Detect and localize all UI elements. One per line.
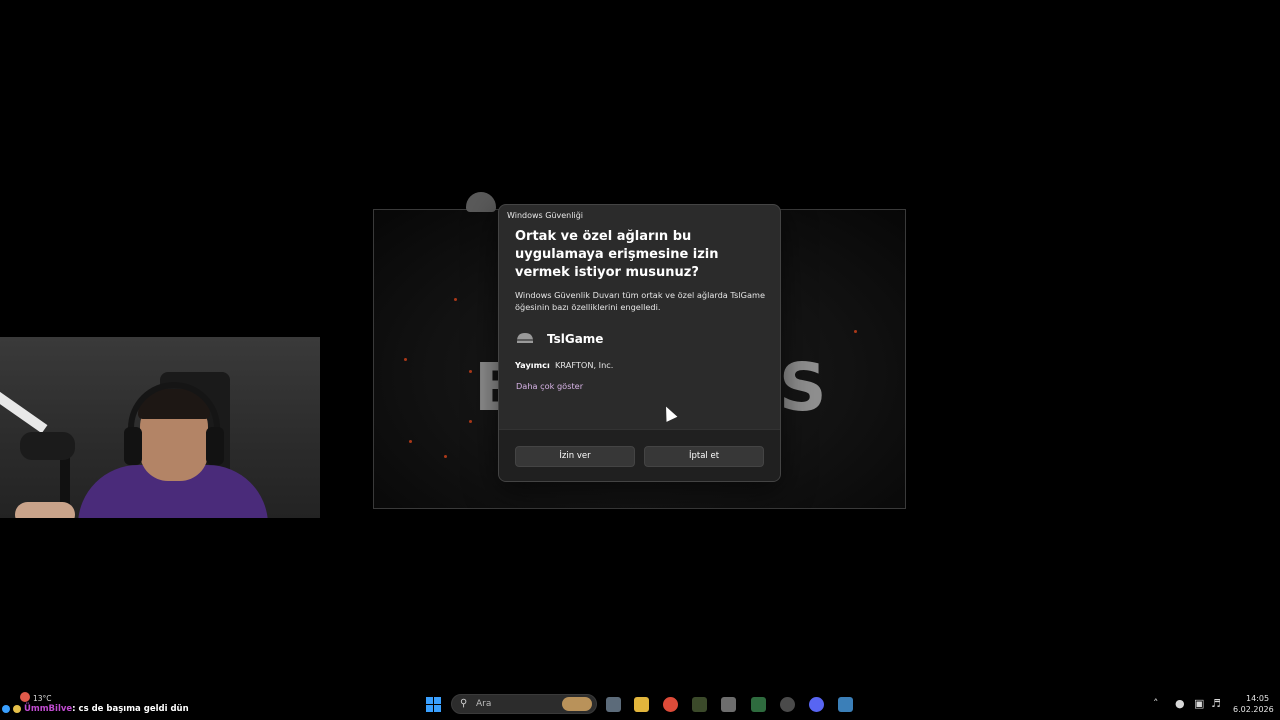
dialog-description: Windows Güvenlik Duvarı tüm ortak ve öze…	[515, 290, 765, 312]
tslgame-helmet-icon	[517, 333, 533, 343]
app-icon[interactable]	[692, 697, 707, 712]
chevron-up-icon[interactable]: ˄	[1153, 697, 1159, 710]
cancel-button[interactable]: İptal et	[644, 446, 764, 467]
headset-earcup-right	[206, 427, 224, 465]
ember-particle	[469, 370, 472, 373]
webcam-mic-arm-white	[0, 390, 48, 434]
show-more-link[interactable]: Daha çok göster	[516, 381, 583, 391]
excel-icon[interactable]	[751, 697, 766, 712]
microphone-icon	[20, 432, 75, 460]
windows-start-icon[interactable]	[426, 697, 441, 712]
game-logo-right: S	[779, 349, 827, 426]
app-icon[interactable]	[838, 697, 853, 712]
microphone-icon[interactable]: ●	[1175, 697, 1185, 710]
discord-icon[interactable]	[809, 697, 824, 712]
file-explorer-icon[interactable]	[634, 697, 649, 712]
clock-time[interactable]: 14:05	[1246, 694, 1269, 703]
firewall-permission-dialog: Windows Güvenliği Ortak ve özel ağların …	[498, 204, 781, 482]
search-highlight-image	[562, 697, 592, 711]
dialog-app-title: Windows Güvenliği	[507, 211, 583, 220]
ember-particle	[454, 298, 457, 301]
app-icon[interactable]	[780, 697, 795, 712]
volume-icon[interactable]: ♬	[1211, 697, 1221, 710]
task-view-icon[interactable]	[606, 697, 621, 712]
webcam-person-hand	[15, 502, 75, 518]
search-input[interactable]: Ara	[476, 699, 491, 709]
dialog-heading: Ortak ve özel ağların bu uygulamaya eriş…	[515, 229, 719, 280]
dialog-footer: İzin ver İptal et	[499, 429, 780, 481]
headset-earcup-left	[124, 427, 142, 465]
dialog-app-name: TslGame	[547, 332, 604, 346]
dialog-publisher-value: KRAFTON, Inc.	[555, 360, 614, 370]
webcam-overlay	[0, 337, 320, 518]
search-icon: ⚲	[460, 698, 468, 709]
ember-particle	[444, 455, 447, 458]
network-icon[interactable]: ▣	[1194, 697, 1204, 710]
dialog-publisher-label: Yayımcı	[515, 360, 550, 370]
clock-date[interactable]: 6.02.2026	[1233, 705, 1274, 714]
ember-particle	[469, 420, 472, 423]
chrome-icon[interactable]	[663, 697, 678, 712]
ember-particle	[404, 358, 407, 361]
game-helmet-icon	[466, 192, 496, 212]
ember-particle	[409, 440, 412, 443]
store-icon[interactable]	[721, 697, 736, 712]
allow-button[interactable]: İzin ver	[515, 446, 635, 467]
taskbar-search[interactable]: ⚲ Ara	[451, 694, 597, 714]
ember-particle	[854, 330, 857, 333]
